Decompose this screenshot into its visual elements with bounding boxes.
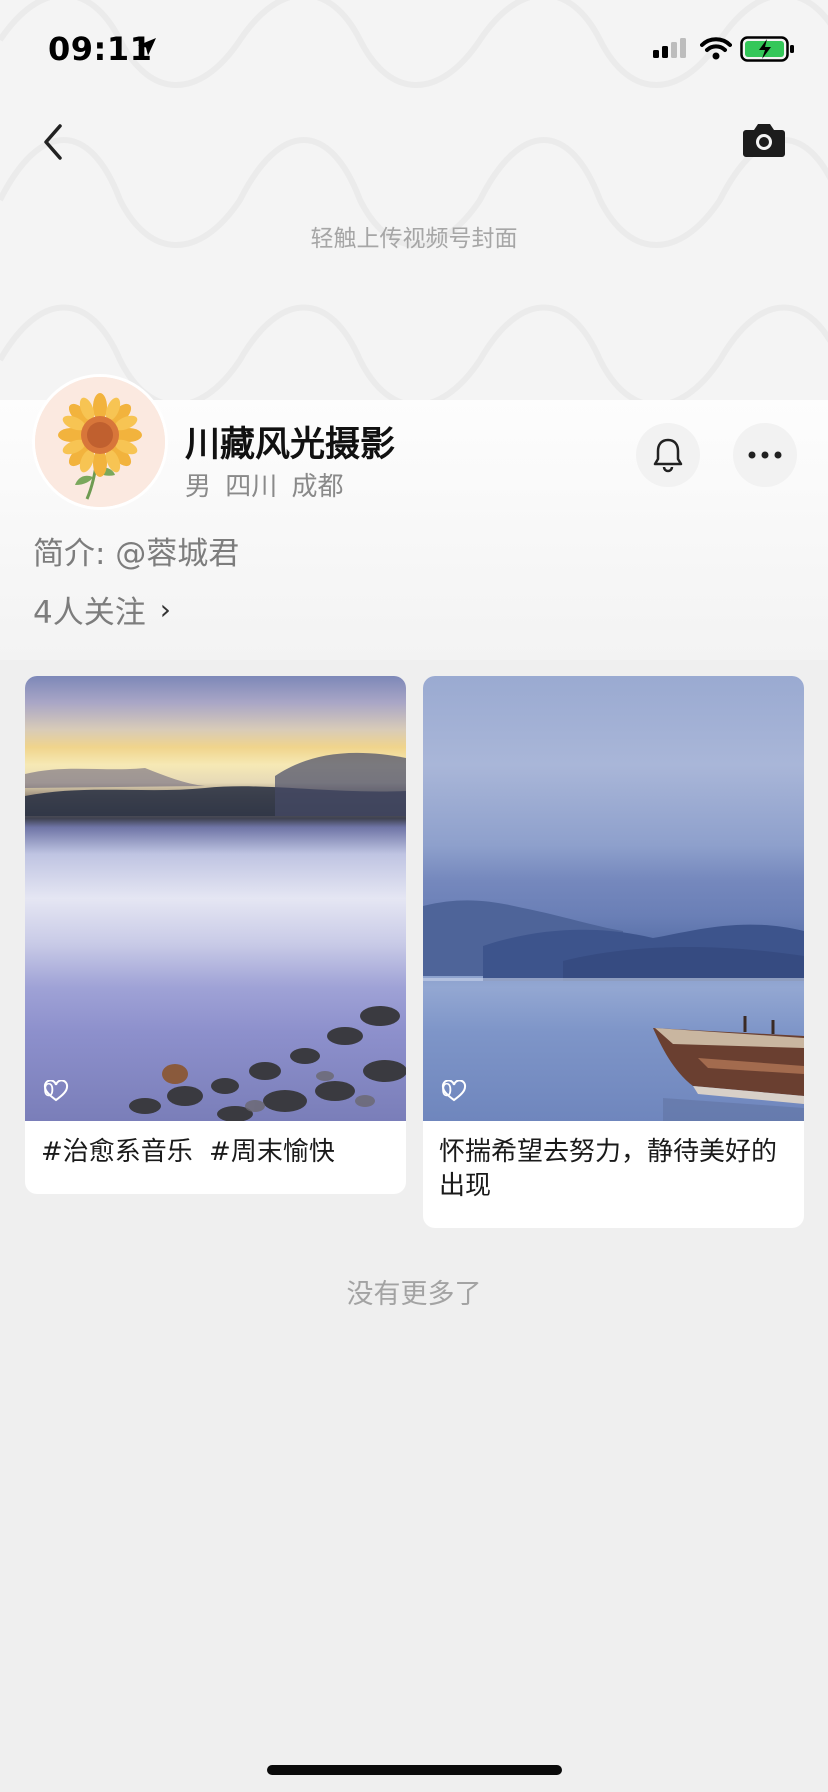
cover-area[interactable]: 09:11 轻触上传视频号封面 (0, 0, 828, 400)
profile-name: 川藏风光摄影 (185, 425, 396, 465)
sunflower-avatar-image (35, 377, 165, 507)
following-link[interactable]: 4人关注 › (33, 587, 171, 632)
notification-bell-button[interactable] (636, 423, 700, 487)
avatar[interactable] (32, 374, 168, 510)
heart-outline-icon (441, 1080, 467, 1102)
post-thumbnail: 0 (25, 676, 406, 1121)
profile-subline: 男 四川 成都 (185, 466, 344, 503)
like-indicator[interactable]: 0 (441, 1080, 467, 1102)
more-options-button[interactable] (733, 423, 797, 487)
battery-charging-icon (740, 36, 794, 62)
more-dots-icon (748, 451, 782, 459)
wifi-icon (700, 37, 732, 60)
profile-gender: 男 (185, 472, 212, 502)
back-chevron-icon (44, 124, 62, 160)
post-caption: 怀揣希望去努力，静待美好的出现 (439, 1137, 778, 1201)
location-arrow-icon (138, 38, 156, 56)
following-count: 4人关注 (33, 595, 146, 631)
post-thumbnail: 0 (423, 676, 804, 1121)
profile-location: 四川 成都 (225, 472, 344, 502)
home-indicator[interactable] (267, 1765, 562, 1775)
bell-icon (653, 438, 683, 473)
chevron-right-icon: › (159, 593, 171, 626)
no-more-indicator: 没有更多了 (346, 1279, 482, 1310)
cover-upload-hint[interactable]: 轻触上传视频号封面 (0, 219, 828, 253)
back-button[interactable] (36, 118, 76, 166)
lake-boat-scene (423, 900, 804, 1121)
post-caption: #治愈系音乐 #周末愉快 (41, 1137, 335, 1167)
lake-sunset-scene (25, 752, 406, 1121)
camera-icon (743, 124, 785, 157)
like-indicator[interactable]: 0 (43, 1080, 69, 1102)
camera-button[interactable] (742, 120, 786, 158)
cellular-signal-icon (653, 38, 686, 58)
post-card[interactable]: 0 怀揣希望去努力，静待美好的出现 (423, 676, 804, 1228)
profile-bio: 简介: @蓉城君 (33, 536, 240, 572)
heart-outline-icon (43, 1080, 69, 1102)
post-card[interactable]: 0 #治愈系音乐 #周末愉快 (25, 676, 406, 1194)
